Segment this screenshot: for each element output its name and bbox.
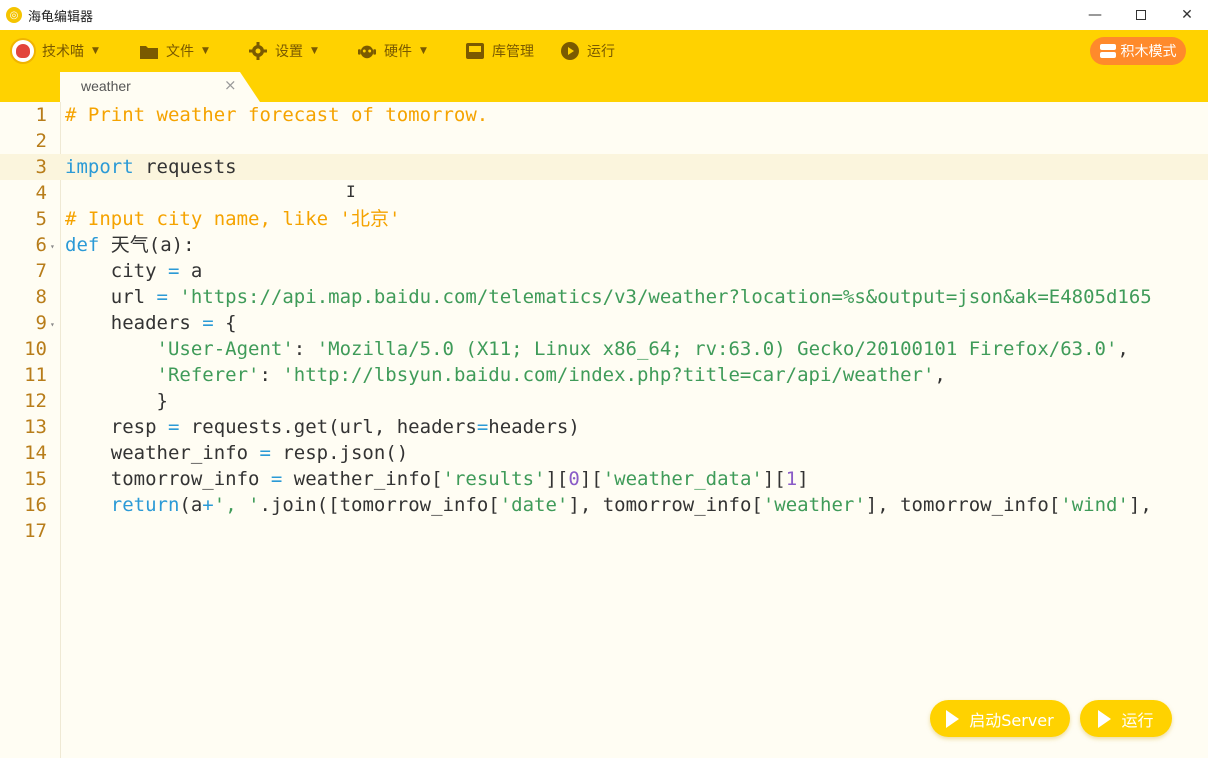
code-editor[interactable]: 1 # Print weather forecast of tomorrow. 2 3… <box>0 102 1208 642</box>
settings-menu-label: 设置 <box>275 44 303 60</box>
code-line[interactable]: 2 <box>0 128 1208 154</box>
library-icon <box>466 42 484 60</box>
code-text: 'Referer': 'http://lbsyun.baidu.com/inde… <box>156 364 946 386</box>
play-circle-icon <box>561 42 579 60</box>
code-line[interactable]: 12 } <box>0 388 1208 414</box>
window-title: 海龟编辑器 <box>28 9 94 25</box>
line-number: 15 <box>24 468 47 490</box>
user-name: 技术喵 <box>42 44 84 60</box>
title-bar: ◎ 海龟编辑器 <box>0 0 1208 30</box>
line-number: 12 <box>24 390 47 412</box>
code-line[interactable]: 7 city = a <box>0 258 1208 284</box>
avatar <box>10 38 36 64</box>
line-number: 14 <box>24 442 47 464</box>
code-text: return(a+', '.join([tomorrow_info['date'… <box>110 494 1152 516</box>
minimize-button[interactable]: — <box>1072 0 1118 30</box>
play-icon <box>1098 709 1112 728</box>
file-menu[interactable]: 文件 ▼ <box>140 30 209 72</box>
code-line[interactable]: 4 <box>0 180 1208 206</box>
start-server-label: 启动Server <box>969 710 1054 730</box>
code-text: resp = requests.get(url, headers=headers… <box>65 416 580 438</box>
code-text: def 天气(a): <box>65 234 195 256</box>
line-number: 6 <box>35 234 47 256</box>
code-text: } <box>65 390 168 412</box>
line-number: 4 <box>35 182 47 204</box>
line-number: 13 <box>24 416 47 438</box>
fold-toggle-icon[interactable]: ▾ <box>50 234 55 260</box>
line-number: 5 <box>35 208 47 230</box>
fold-toggle-icon[interactable]: ▾ <box>50 312 55 338</box>
maximize-icon <box>1136 10 1146 20</box>
library-manager-label: 库管理 <box>492 44 534 60</box>
run-button[interactable]: 运行 <box>1080 700 1172 737</box>
run-label: 运行 <box>1121 710 1154 730</box>
code-text: weather_info = resp.json() <box>65 442 409 464</box>
minimize-icon: — <box>1088 7 1102 23</box>
line-number: 8 <box>35 286 47 308</box>
maximize-button[interactable] <box>1118 0 1164 30</box>
block-mode-button[interactable]: 积木模式 <box>1090 37 1186 65</box>
code-text: 'User-Agent': 'Mozilla/5.0 (X11; Linux x… <box>156 338 1129 360</box>
line-number: 7 <box>35 260 47 282</box>
code-line[interactable]: 10 'User-Agent': 'Mozilla/5.0 (X11; Linu… <box>0 336 1208 362</box>
code-line[interactable]: 3 import requests <box>0 154 1208 180</box>
folder-icon <box>140 42 158 60</box>
start-server-button[interactable]: 启动Server <box>930 700 1070 737</box>
line-number: 16 <box>24 494 47 516</box>
chevron-down-icon: ▼ <box>311 46 318 56</box>
block-mode-label: 积木模式 <box>1120 44 1177 60</box>
file-menu-label: 文件 <box>166 44 194 60</box>
mushroom-avatar-icon <box>16 44 30 58</box>
line-number: 1 <box>35 104 47 126</box>
code-line[interactable]: 1 # Print weather forecast of tomorrow. <box>0 102 1208 128</box>
code-text: headers = { <box>65 312 237 334</box>
line-number: 11 <box>24 364 47 386</box>
code-line[interactable]: 16 return(a+', '.join([tomorrow_info['da… <box>0 492 1208 518</box>
code-text: city = a <box>65 260 203 282</box>
robot-icon <box>358 42 376 60</box>
code-line[interactable]: 15 tomorrow_info = weather_info['results… <box>0 466 1208 492</box>
line-number: 9 <box>35 312 47 334</box>
code-line[interactable]: 9 ▾ headers = { <box>0 310 1208 336</box>
settings-menu[interactable]: 设置 ▼ <box>249 30 318 72</box>
user-menu[interactable]: 技术喵 ▼ <box>10 30 99 72</box>
code-line[interactable]: 17 <box>0 518 1208 544</box>
code-line[interactable]: 5 # Input city name, like '北京' <box>0 206 1208 232</box>
code-line[interactable]: 6 ▾ def 天气(a): <box>0 232 1208 258</box>
code-text: # Input city name, like '北京' <box>65 208 401 230</box>
close-button[interactable]: ✕ <box>1164 0 1208 30</box>
hardware-menu[interactable]: 硬件 ▼ <box>358 30 427 72</box>
play-icon <box>946 709 960 728</box>
line-number: 10 <box>24 338 47 360</box>
gear-icon <box>249 42 267 60</box>
code-text: import requests <box>65 156 237 178</box>
line-number: 3 <box>35 156 47 178</box>
tab-weather-label: weather <box>81 78 131 94</box>
library-manager-button[interactable]: 库管理 <box>466 30 534 72</box>
code-text: url = 'https://api.map.baidu.com/telemat… <box>65 286 1152 308</box>
text-cursor-icon: I <box>346 182 356 201</box>
code-text: # Print weather forecast of tomorrow. <box>65 104 489 126</box>
hardware-menu-label: 硬件 <box>384 44 412 60</box>
chevron-down-icon: ▼ <box>92 46 99 56</box>
code-line[interactable]: 13 resp = requests.get(url, headers=head… <box>0 414 1208 440</box>
code-line[interactable]: 14 weather_info = resp.json() <box>0 440 1208 466</box>
blocks-icon <box>1099 44 1116 58</box>
line-number: 2 <box>35 130 47 152</box>
code-line[interactable]: 11 'Referer': 'http://lbsyun.baidu.com/i… <box>0 362 1208 388</box>
close-icon: ✕ <box>1181 7 1193 23</box>
code-text: tomorrow_info = weather_info['results'][… <box>65 468 809 490</box>
chevron-down-icon: ▼ <box>202 46 209 56</box>
tab-close-icon[interactable]: × <box>224 76 237 94</box>
line-number: 17 <box>24 520 47 542</box>
toolbar-run-label: 运行 <box>587 44 615 60</box>
code-line[interactable]: 8 url = 'https://api.map.baidu.com/telem… <box>0 284 1208 310</box>
chevron-down-icon: ▼ <box>420 46 427 56</box>
app-logo-icon: ◎ <box>6 7 22 23</box>
toolbar-run-button[interactable]: 运行 <box>561 30 615 72</box>
